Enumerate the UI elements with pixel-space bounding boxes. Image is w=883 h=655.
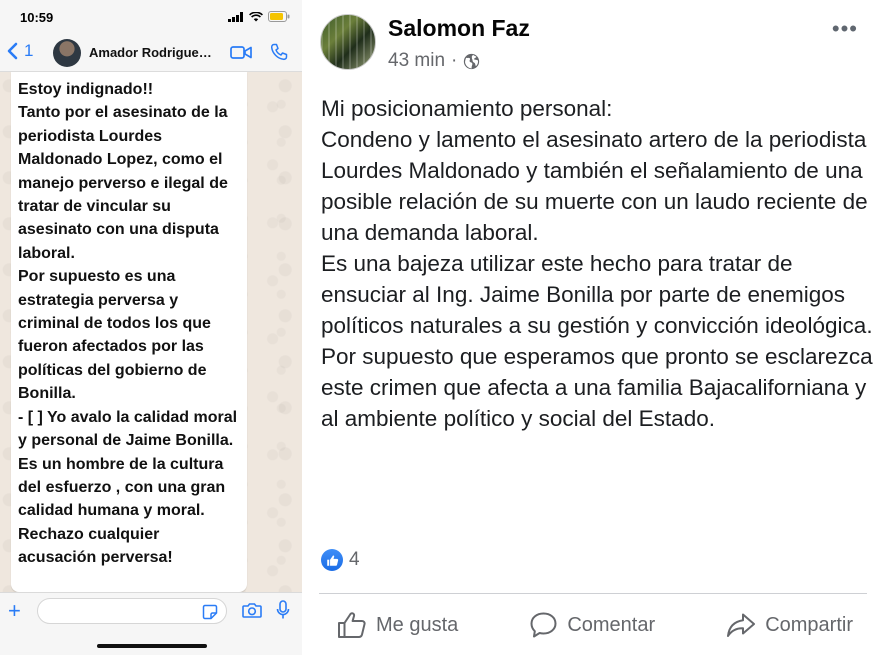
share-button[interactable]: Compartir	[726, 612, 853, 638]
globe-icon	[464, 53, 480, 69]
message-composer: +	[0, 592, 302, 655]
post-meta: 43 min ·	[388, 50, 480, 72]
comment-button[interactable]: Comentar	[529, 611, 655, 639]
action-divider	[319, 593, 867, 594]
share-icon	[727, 613, 756, 637]
status-bar: 10:59	[0, 0, 302, 34]
back-button[interactable]: 1	[6, 41, 33, 61]
phone-call-icon[interactable]	[270, 43, 288, 61]
message-bubble[interactable]: Estoy indignado!! Tanto por el asesinato…	[11, 72, 247, 592]
call-actions	[230, 43, 288, 61]
attach-plus-icon[interactable]: +	[8, 600, 21, 622]
contact-avatar[interactable]	[53, 39, 81, 67]
chevron-left-icon	[7, 42, 18, 60]
post-text: Mi posicionamiento personal: Condeno y l…	[321, 96, 873, 431]
like-label: Me gusta	[376, 613, 459, 636]
video-call-icon[interactable]	[230, 45, 252, 60]
like-reaction-icon	[321, 549, 343, 571]
share-label: Compartir	[765, 613, 853, 636]
thumbs-up-icon	[338, 612, 366, 638]
battery-icon	[268, 11, 290, 22]
status-time: 10:59	[20, 10, 54, 25]
reactions-summary[interactable]: 4	[321, 549, 360, 571]
post-actions: Me gusta Comentar Compartir	[319, 600, 867, 650]
reaction-count: 4	[349, 549, 360, 570]
author-name[interactable]: Salomon Faz	[388, 15, 530, 42]
sticker-icon[interactable]	[202, 604, 218, 620]
message-input[interactable]	[37, 598, 227, 624]
author-avatar[interactable]	[320, 14, 376, 70]
like-button[interactable]: Me gusta	[337, 611, 458, 639]
comment-icon	[530, 612, 557, 638]
wifi-icon	[249, 11, 263, 21]
contact-name[interactable]: Amador Rodrigue…	[89, 45, 212, 60]
unread-count: 1	[24, 41, 34, 60]
system-indicators	[228, 11, 290, 22]
whatsapp-screenshot: 10:59 1 Amador Rodrigue… Estoy indignado…	[0, 0, 302, 655]
home-indicator	[97, 644, 207, 648]
camera-icon[interactable]	[242, 602, 262, 618]
post-time[interactable]: 43 min	[388, 50, 445, 72]
signal-icon	[228, 11, 243, 22]
microphone-icon[interactable]	[276, 600, 290, 620]
chat-header: 1 Amador Rodrigue…	[0, 34, 302, 72]
chat-area[interactable]: Estoy indignado!! Tanto por el asesinato…	[0, 72, 302, 592]
meta-separator: ·	[451, 50, 458, 71]
message-text: Estoy indignado!! Tanto por el asesinato…	[18, 81, 238, 567]
comment-label: Comentar	[567, 613, 656, 636]
facebook-post: Salomon Faz 43 min · ••• Mi posicionamie…	[302, 0, 883, 655]
more-options-button[interactable]: •••	[832, 16, 858, 42]
